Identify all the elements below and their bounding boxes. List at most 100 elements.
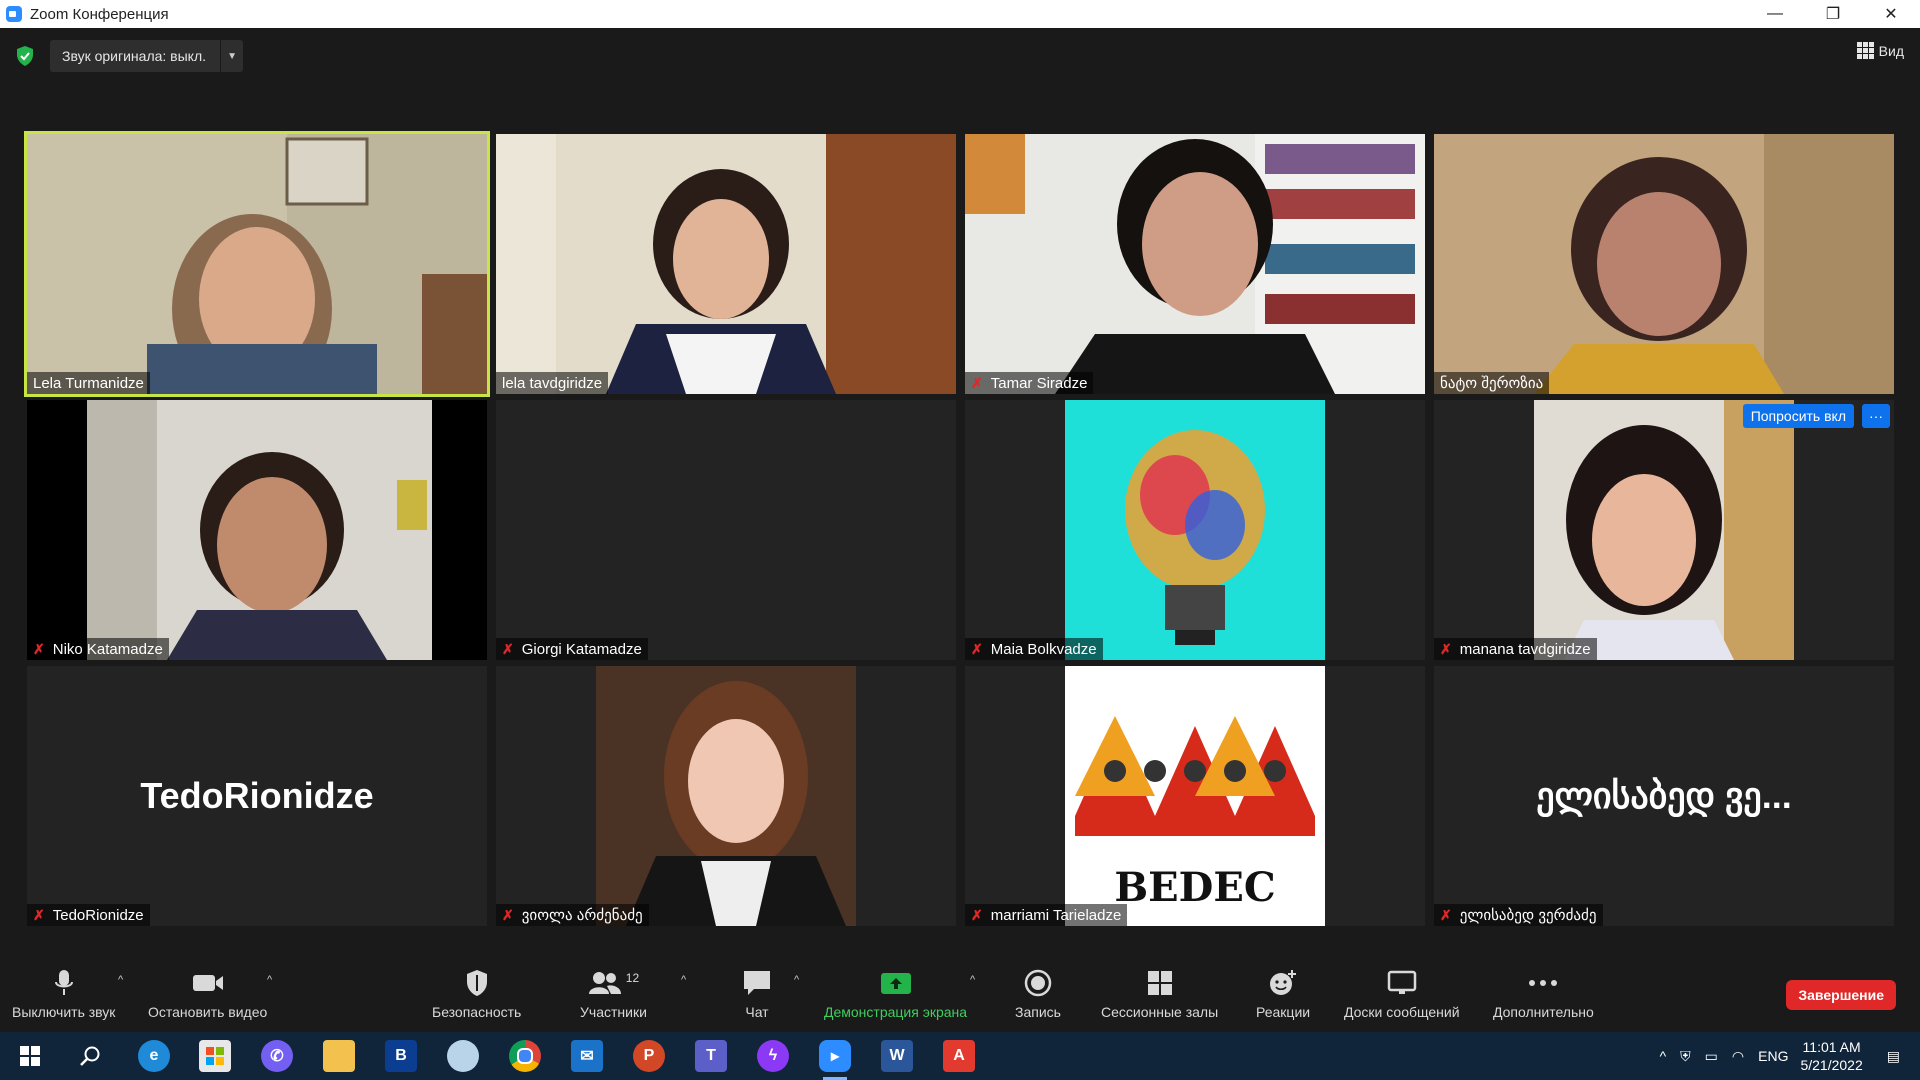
chevron-up-icon[interactable]: ^ <box>794 974 799 986</box>
search-icon[interactable] <box>74 1040 106 1072</box>
view-button[interactable]: Вид <box>1856 42 1904 59</box>
participant-name-text: ნატო შეროზია <box>1440 375 1544 392</box>
participants-button[interactable]: 12 Участники <box>580 966 647 1020</box>
mic-muted-icon: ✗ <box>971 374 983 391</box>
participant-name: Lela Turmanidze <box>27 372 150 394</box>
notifications-icon[interactable]: ▤ <box>1887 1048 1900 1065</box>
breakout-rooms-label: Сессионные залы <box>1101 1004 1219 1020</box>
chevron-up-icon[interactable]: ^ <box>1660 1048 1667 1064</box>
video-tile[interactable]: ✗ Tamar Siradze <box>965 134 1425 394</box>
mail-icon[interactable]: ✉ <box>571 1040 603 1072</box>
video-tile[interactable]: ნატო შეროზია <box>1434 134 1894 394</box>
participant-name-text: Lela Turmanidze <box>33 374 144 392</box>
reactions-button[interactable]: Реакции <box>1256 966 1310 1020</box>
zoom-icon[interactable]: ▸ <box>819 1040 851 1080</box>
participants-icon <box>588 972 621 994</box>
more-button[interactable]: Дополнительно <box>1493 966 1594 1020</box>
end-meeting-button[interactable]: Завершение <box>1786 980 1896 1010</box>
view-label: Вид <box>1878 42 1904 59</box>
close-button[interactable]: ✕ <box>1862 0 1920 28</box>
minimize-button[interactable]: — <box>1746 0 1804 28</box>
share-screen-button[interactable]: Демонстрация экрана <box>824 966 967 1020</box>
video-tile[interactable]: Попросить вкл ··· ✗ manana tavdgiridze <box>1434 400 1894 660</box>
participant-name: ✗ manana tavdgiridze <box>1434 638 1597 660</box>
word-icon[interactable]: W <box>881 1040 913 1072</box>
pdf-reader-icon[interactable]: A <box>943 1040 975 1072</box>
video-tile[interactable]: Lela Turmanidze <box>24 131 490 397</box>
security-shield-icon <box>466 970 487 996</box>
teams-icon[interactable]: T <box>695 1040 727 1072</box>
whiteboards-label: Доски сообщений <box>1344 1004 1460 1020</box>
participant-avatar-image <box>496 666 956 926</box>
record-label: Запись <box>1015 1004 1061 1020</box>
video-tile[interactable]: ✗ Giorgi Katamadze <box>496 400 956 660</box>
microsoft-store-icon[interactable] <box>199 1040 231 1072</box>
participant-video <box>27 400 487 660</box>
participant-name-text: Giorgi Katamadze <box>521 640 642 658</box>
participant-name-text: Niko Katamadze <box>52 640 163 658</box>
participant-logo-image: BEDEC <box>965 666 1425 926</box>
battery-icon[interactable]: ▭ <box>1705 1048 1718 1065</box>
security-button[interactable]: Безопасность <box>432 966 521 1020</box>
mute-button[interactable]: Выключить звук <box>12 966 115 1020</box>
paint-icon[interactable] <box>447 1040 479 1072</box>
meeting-topbar: Звук оригинала: выкл. ▼ Вид <box>0 28 1920 82</box>
video-tile[interactable]: lela tavdgiridze <box>496 134 956 394</box>
video-tile[interactable]: ✗ Maia Bolkvadze <box>965 400 1425 660</box>
participants-count: 12 <box>625 971 640 985</box>
breakout-rooms-button[interactable]: Сессионные залы <box>1101 966 1218 1020</box>
file-explorer-icon[interactable] <box>323 1040 355 1072</box>
window-titlebar: Zoom Конференция — ❐ ✕ <box>0 0 1920 28</box>
participant-name: ✗ ელისაბედ ვერძაძე <box>1434 904 1603 926</box>
participant-name: ნატო შეროზია <box>1434 372 1550 394</box>
chevron-up-icon[interactable]: ^ <box>681 974 686 986</box>
record-button[interactable]: Запись <box>1015 966 1061 1020</box>
share-screen-icon <box>880 973 911 994</box>
restore-button[interactable]: ❐ <box>1804 0 1862 28</box>
grid-view-icon <box>1856 42 1874 59</box>
stop-video-button[interactable]: Остановить видео <box>148 966 267 1020</box>
chrome-icon[interactable] <box>509 1040 541 1072</box>
language-indicator[interactable]: ENG <box>1758 1048 1788 1064</box>
chevron-up-icon[interactable]: ^ <box>267 974 272 986</box>
edge-browser-icon[interactable]: e <box>138 1040 170 1072</box>
mic-muted-icon: ✗ <box>971 906 983 923</box>
video-tile[interactable]: ✗ Niko Katamadze <box>27 400 487 660</box>
defender-shield-icon[interactable]: ⛨ <box>1680 1048 1691 1065</box>
chat-button[interactable]: Чат <box>742 966 772 1020</box>
powerpoint-icon[interactable]: P <box>633 1040 665 1072</box>
booking-icon[interactable]: B <box>385 1040 417 1072</box>
participant-avatar-image <box>965 400 1425 660</box>
chat-bubble-icon <box>744 971 770 995</box>
original-sound-dropdown[interactable]: Звук оригинала: выкл. ▼ <box>50 40 244 72</box>
participant-name-text: marriami Tarieladze <box>990 906 1122 924</box>
clock[interactable]: 11:01 AM 5/21/2022 <box>1800 1038 1862 1074</box>
viber-icon[interactable]: ✆ <box>261 1040 293 1072</box>
system-tray: ^ ⛨ ▭ ◠ ENG 11:01 AM 5/21/2022 ▤ <box>1660 1032 1920 1080</box>
participant-name-text: Maia Bolkvadze <box>990 640 1097 658</box>
participant-name: ✗ Tamar Siradze <box>965 372 1094 394</box>
request-video-button[interactable]: Попросить вкл <box>1742 404 1854 428</box>
wifi-icon[interactable]: ◠ <box>1732 1048 1744 1065</box>
chevron-down-icon[interactable]: ▼ <box>220 40 243 72</box>
svg-text:BEDEC: BEDEC <box>1114 864 1275 911</box>
chevron-up-icon[interactable]: ^ <box>970 974 975 986</box>
breakout-rooms-icon <box>1147 971 1172 995</box>
microphone-icon <box>54 970 73 995</box>
mic-muted-icon: ✗ <box>502 906 514 923</box>
more-options-button[interactable]: ··· <box>1862 404 1890 428</box>
video-tile[interactable]: BEDEC ✗ marriami Tarieladze <box>965 666 1425 926</box>
video-tile[interactable]: ✗ ვიოლა არძენაძე <box>496 666 956 926</box>
participant-name-text: ელისაბედ ვერძაძე <box>1459 907 1597 924</box>
chevron-up-icon[interactable]: ^ <box>118 974 123 986</box>
clock-date: 5/21/2022 <box>1800 1057 1863 1073</box>
messenger-icon[interactable]: ϟ <box>757 1040 789 1072</box>
video-tile[interactable]: ელისაბედ ვე... ✗ ელისაბედ ვერძაძე <box>1434 666 1894 926</box>
mic-muted-icon: ✗ <box>502 640 514 657</box>
mic-muted-icon: ✗ <box>1440 906 1452 923</box>
chat-label: Чат <box>745 1004 769 1020</box>
start-icon[interactable] <box>14 1040 46 1072</box>
whiteboards-button[interactable]: Доски сообщений <box>1344 966 1460 1020</box>
video-tile[interactable]: TedoRionidze ✗ TedoRionidze <box>27 666 487 926</box>
encryption-shield-icon[interactable] <box>16 46 34 66</box>
